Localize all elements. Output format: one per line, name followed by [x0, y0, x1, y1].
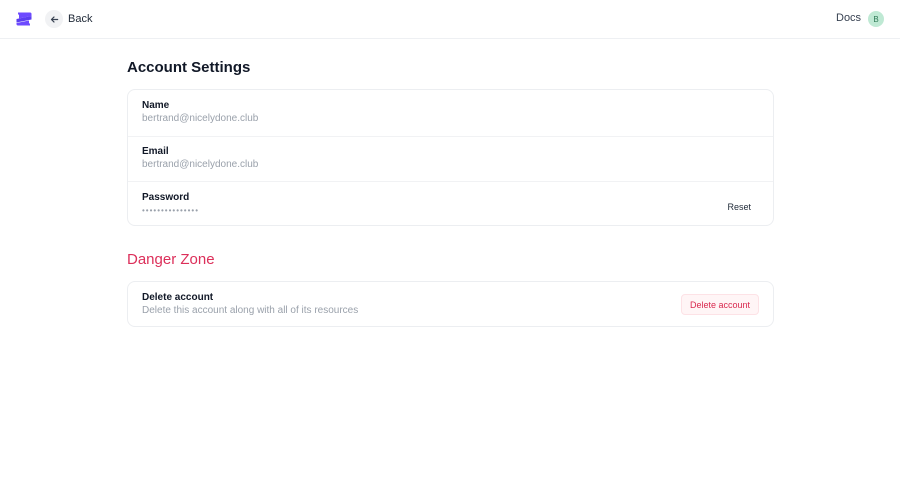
email-label: Email: [142, 146, 169, 157]
reset-password-button[interactable]: Reset: [727, 202, 751, 212]
delete-account-label: Delete account: [142, 292, 214, 303]
account-settings-title: Account Settings: [127, 59, 251, 76]
password-row: Password ••••••••••••••• Reset: [128, 181, 773, 226]
password-label: Password: [142, 192, 190, 203]
delete-account-button[interactable]: Delete account: [680, 294, 759, 315]
email-row: Email bertrand@nicelydone.club: [128, 136, 773, 181]
app-logo-icon[interactable]: [15, 10, 33, 28]
name-value: bertrand@nicelydone.club: [142, 113, 259, 124]
avatar[interactable]: B: [868, 11, 884, 27]
back-label: Back: [68, 13, 93, 25]
name-row: Name bertrand@nicelydone.club: [128, 90, 773, 136]
back-button[interactable]: Back: [45, 10, 92, 28]
arrow-left-icon: [45, 10, 63, 28]
account-settings-card: Name bertrand@nicelydone.club Email bert…: [127, 89, 774, 226]
password-value: •••••••••••••••: [142, 206, 200, 215]
name-label: Name: [142, 100, 170, 111]
delete-account-description: Delete this account along with all of it…: [142, 305, 359, 316]
top-navigation-bar: Back Docs B: [0, 0, 900, 39]
docs-link[interactable]: Docs: [836, 12, 861, 24]
danger-zone-title: Danger Zone: [127, 251, 215, 268]
danger-zone-card: Delete account Delete this account along…: [127, 281, 774, 327]
email-value: bertrand@nicelydone.club: [142, 159, 259, 170]
